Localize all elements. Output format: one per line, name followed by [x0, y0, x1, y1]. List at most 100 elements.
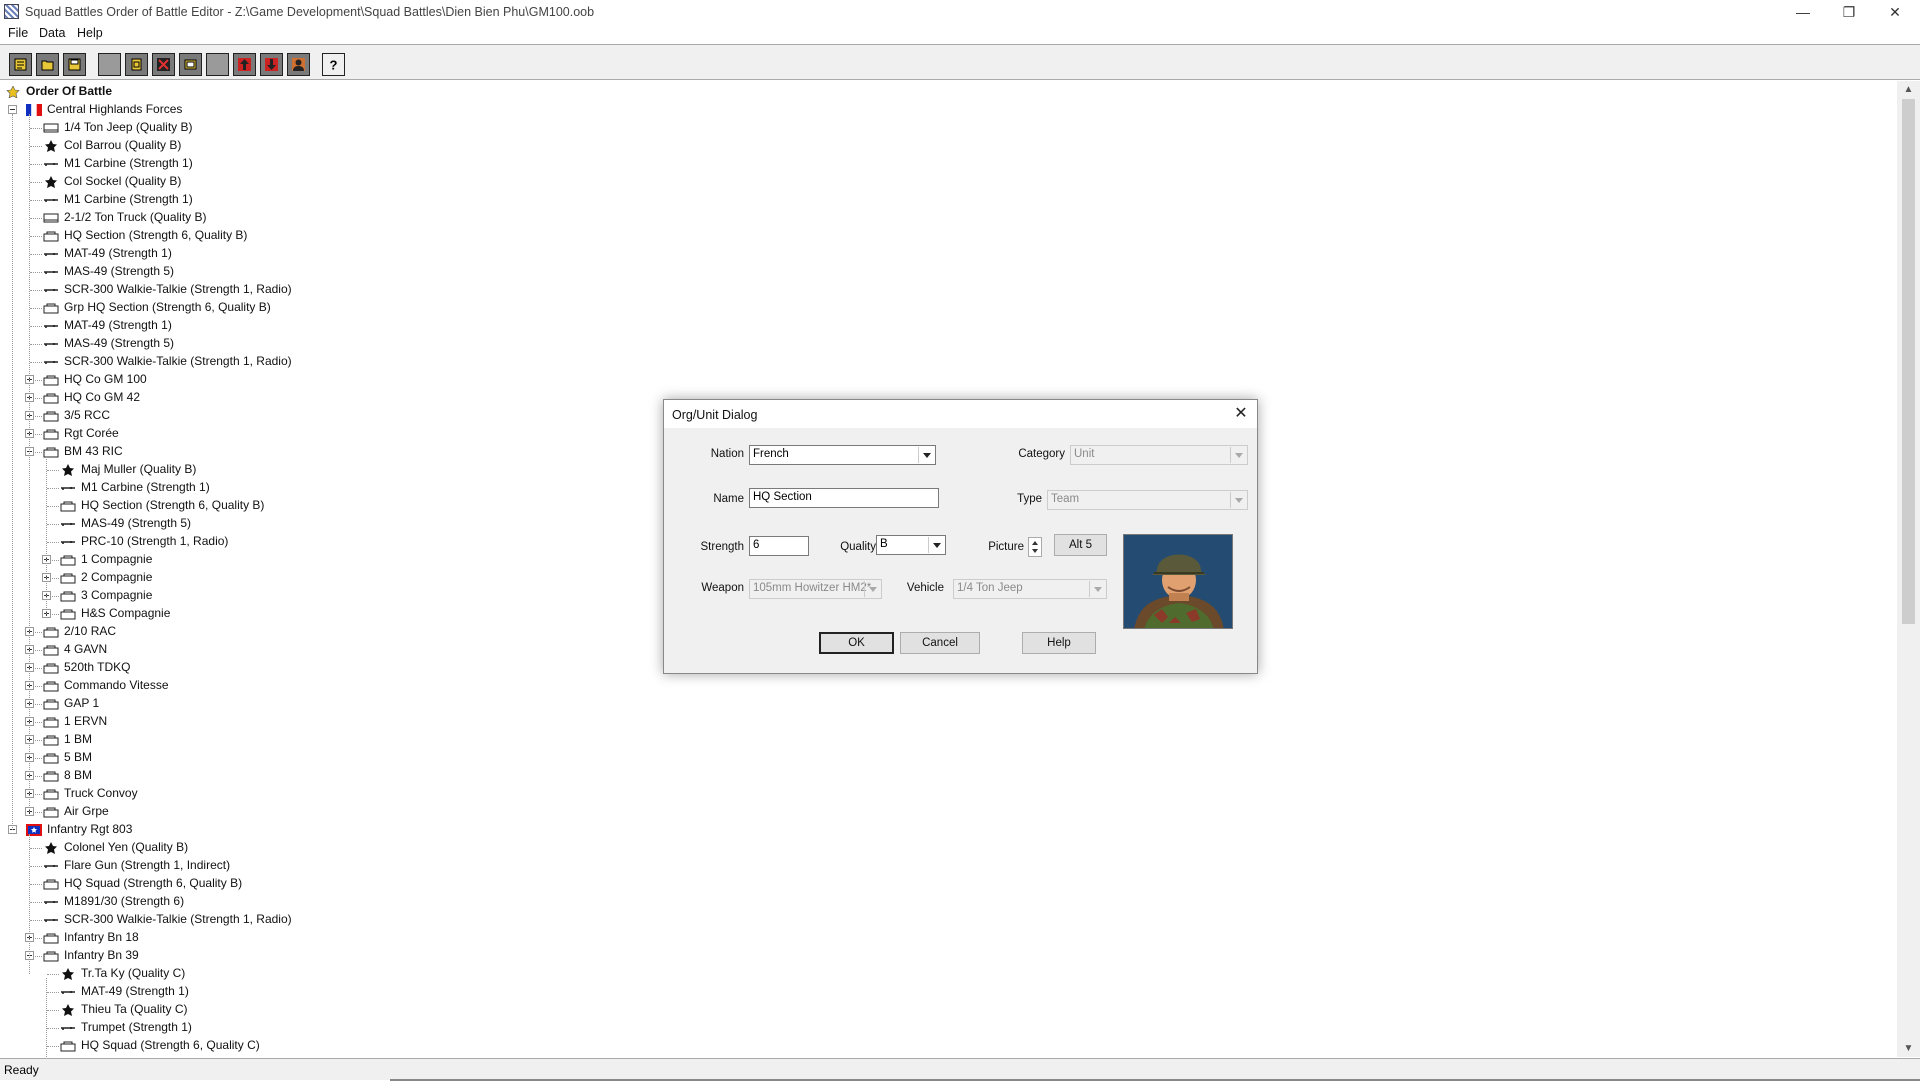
scroll-thumb[interactable] — [1902, 99, 1915, 624]
tree-item-label: HQ Squad (Strength 6, Quality B) — [64, 876, 243, 890]
rifle-icon — [60, 986, 76, 998]
scroll-down-icon[interactable]: ▼ — [1897, 1040, 1920, 1057]
tree-item-label: 2 Compagnie — [81, 570, 153, 584]
tree-row[interactable]: Air Grpe — [0, 803, 1890, 821]
menu-help[interactable]: Help — [77, 26, 103, 40]
tree-item-label: HQ Co GM 100 — [64, 372, 147, 386]
tree-item-label: 1 ERVN — [64, 714, 108, 728]
spin-up-icon[interactable] — [1032, 541, 1038, 545]
tree-row[interactable]: 5 BM — [0, 749, 1890, 767]
tree-row[interactable]: Order Of Battle — [0, 83, 1890, 101]
weapon-select[interactable]: 105mm Howitzer HM2* — [749, 579, 882, 599]
cancel-button[interactable]: Cancel — [900, 632, 980, 654]
leader-star-icon — [60, 464, 76, 476]
edit-button[interactable] — [179, 53, 202, 76]
tree-row[interactable]: MAT-49 (Strength 1) — [0, 245, 1890, 263]
tree-row[interactable]: MAT-49 (Strength 1) — [0, 983, 1890, 1001]
tree-row[interactable]: Infantry Rgt 803 — [0, 821, 1890, 839]
tree-row[interactable]: 1 ERVN — [0, 713, 1890, 731]
org-icon — [43, 374, 59, 386]
tree-row[interactable]: Infantry Bn 39 — [0, 947, 1890, 965]
tree-row[interactable]: SCR-300 Walkie-Talkie (Strength 1, Radio… — [0, 911, 1890, 929]
tree-item-label: SCR-300 Walkie-Talkie (Strength 1, Radio… — [64, 282, 292, 296]
tree-row[interactable]: Infantry Bn 18 — [0, 929, 1890, 947]
tree-row[interactable]: GAP 1 — [0, 695, 1890, 713]
tree-row[interactable]: MAT-49 (Strength 1) — [0, 317, 1890, 335]
tree-row[interactable]: SCR-300 Walkie-Talkie (Strength 1, Radio… — [0, 353, 1890, 371]
delete-button[interactable] — [152, 53, 175, 76]
tree-row[interactable]: MAS-49 (Strength 5) — [0, 263, 1890, 281]
spin-down-icon[interactable] — [1032, 549, 1038, 553]
tree-row[interactable]: Tr.Ta Ky (Quality C) — [0, 965, 1890, 983]
menu-file[interactable]: File — [8, 26, 28, 40]
open-file-button[interactable] — [36, 53, 59, 76]
tree-branch-line — [30, 362, 42, 363]
ok-button[interactable]: OK — [819, 632, 894, 654]
close-button[interactable]: ✕ — [1872, 0, 1918, 24]
toolbar-button-blank-2[interactable] — [206, 53, 229, 76]
new-file-button[interactable] — [9, 53, 32, 76]
unit-box-icon — [43, 878, 59, 890]
help-button[interactable]: ? — [322, 53, 345, 76]
nation-value: French — [753, 448, 789, 460]
tree-row[interactable]: HQ Co GM 100 — [0, 371, 1890, 389]
tree-branch-line — [47, 1046, 59, 1047]
tree-item-label: M1 Carbine (Strength 1) — [64, 192, 193, 206]
tree-row[interactable]: HQ Squad (Strength 6, Quality B) — [0, 875, 1890, 893]
tree-row[interactable]: MAS-49 (Strength 5) — [0, 335, 1890, 353]
help-dialog-button[interactable]: Help — [1022, 632, 1096, 654]
tree-item-label: 1/4 Ton Jeep (Quality B) — [64, 120, 193, 134]
collapse-icon[interactable] — [8, 105, 17, 114]
tree-item-label: HQ Co GM 42 — [64, 390, 141, 404]
new-file-icon — [14, 58, 27, 71]
tree-row[interactable]: M1891/30 (Strength 6) — [0, 893, 1890, 911]
alt-picture-button[interactable]: Alt 5 — [1054, 534, 1107, 556]
vertical-scrollbar[interactable]: ▲ ▼ — [1897, 81, 1920, 1057]
tree-row[interactable]: Commando Vitesse — [0, 677, 1890, 695]
vehicle-select[interactable]: 1/4 Ton Jeep — [953, 579, 1107, 599]
toolbar-button-blank-1[interactable] — [98, 53, 121, 76]
tree-row[interactable]: Flare Gun (Strength 1, Indirect) — [0, 857, 1890, 875]
unit-button[interactable] — [287, 53, 310, 76]
tree-row[interactable]: 1/4 Ton Jeep (Quality B) — [0, 119, 1890, 137]
name-label: Name — [713, 493, 744, 505]
tree-row[interactable]: Colonel Yen (Quality B) — [0, 839, 1890, 857]
type-select[interactable]: Team — [1047, 490, 1248, 510]
tree-item-label: 2/10 RAC — [64, 624, 117, 638]
document-button[interactable] — [125, 53, 148, 76]
save-file-button[interactable] — [63, 53, 86, 76]
tree-row[interactable]: HQ Squad (Strength 6, Quality C) — [0, 1037, 1890, 1055]
tree-row[interactable]: M1 Carbine (Strength 1) — [0, 191, 1890, 209]
tree-row[interactable]: Grp HQ Section (Strength 6, Quality B) — [0, 299, 1890, 317]
dialog-close-icon[interactable]: ✕ — [1231, 404, 1251, 424]
tree-branch-line — [30, 902, 42, 903]
tree-row[interactable]: Col Sockel (Quality B) — [0, 173, 1890, 191]
tree-row[interactable]: 8 BM — [0, 767, 1890, 785]
restore-button[interactable]: ❐ — [1826, 0, 1872, 24]
menu-data[interactable]: Data — [39, 26, 65, 40]
minimize-button[interactable]: — — [1780, 0, 1826, 24]
move-down-button[interactable] — [260, 53, 283, 76]
tree-row[interactable]: HQ Section (Strength 6, Quality B) — [0, 227, 1890, 245]
tree-row[interactable]: Trumpet (Strength 1) — [0, 1019, 1890, 1037]
category-select[interactable]: Unit — [1070, 445, 1248, 465]
scroll-up-icon[interactable]: ▲ — [1897, 81, 1920, 98]
strength-field[interactable]: 6 — [749, 536, 809, 556]
tree-row[interactable]: Central Highlands Forces — [0, 101, 1890, 119]
tree-row[interactable]: Thieu Ta (Quality C) — [0, 1001, 1890, 1019]
tree-branch-line — [47, 992, 59, 993]
tree-row[interactable]: SCR-300 Walkie-Talkie (Strength 1, Radio… — [0, 281, 1890, 299]
tree-branch-line — [47, 470, 59, 471]
tree-branch-line — [30, 308, 42, 309]
picture-label: Picture — [988, 541, 1024, 553]
name-field[interactable]: HQ Section — [749, 488, 939, 508]
tree-row[interactable]: Truck Convoy — [0, 785, 1890, 803]
nation-select[interactable]: French — [749, 445, 936, 465]
tree-row[interactable]: Col Barrou (Quality B) — [0, 137, 1890, 155]
tree-row[interactable]: M1 Carbine (Strength 1) — [0, 155, 1890, 173]
picture-spinner[interactable] — [1028, 537, 1042, 557]
tree-row[interactable]: 1 BM — [0, 731, 1890, 749]
quality-select[interactable]: B — [876, 535, 946, 555]
move-up-button[interactable] — [233, 53, 256, 76]
tree-row[interactable]: 2-1/2 Ton Truck (Quality B) — [0, 209, 1890, 227]
